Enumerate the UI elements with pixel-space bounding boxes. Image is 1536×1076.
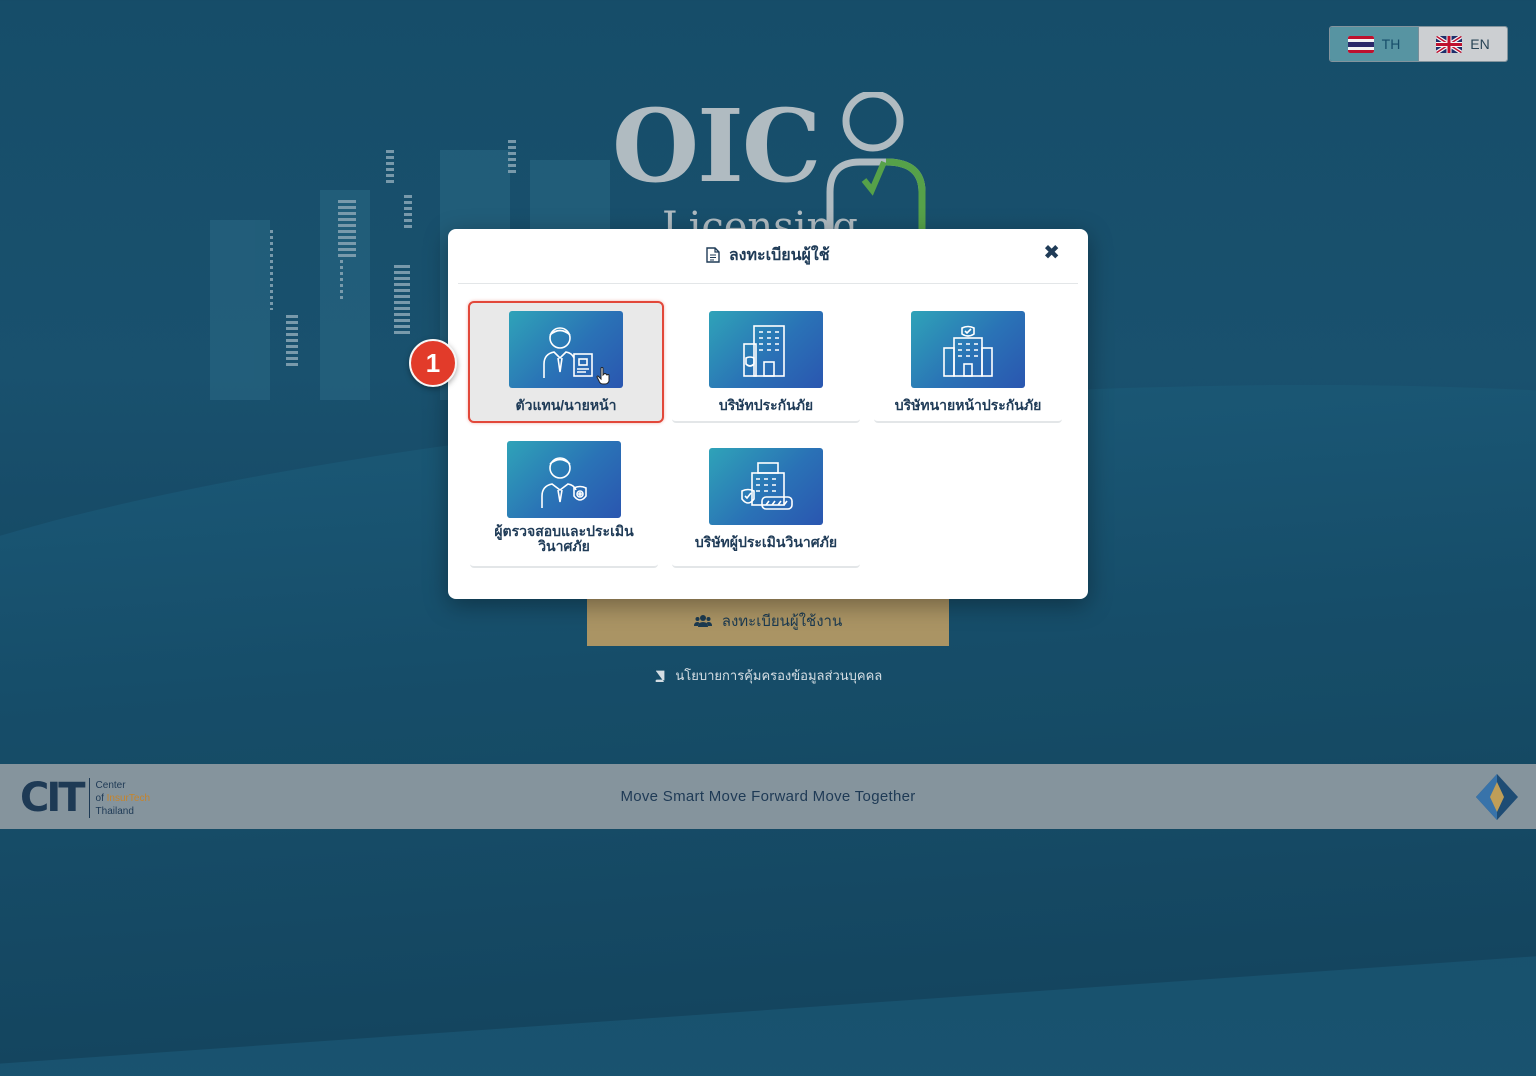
modal-title: ลงทะเบียนผู้ใช้	[458, 243, 1078, 268]
step-number-badge: 1	[409, 339, 457, 387]
option-label: บริษัทประกันภัย	[718, 397, 814, 413]
option-label: ตัวแทน/นายหน้า	[515, 397, 617, 413]
loss-assessment-company-icon	[709, 448, 823, 525]
document-icon	[706, 247, 721, 263]
modal-header: ลงทะเบียนผู้ใช้ ✖	[458, 229, 1078, 284]
option-broker-company[interactable]: บริษัทนายหน้าประกันภัย	[874, 311, 1062, 423]
hand-pointer-cursor-icon	[596, 367, 610, 385]
option-loss-assessment-company[interactable]: บริษัทผู้ประเมินวินาศภัย	[672, 448, 860, 568]
option-insurance-company[interactable]: บริษัทประกันภัย	[672, 311, 860, 423]
option-label: ผู้ตรวจสอบและประเมินวินาศภัย	[494, 523, 634, 554]
broker-company-building-icon	[911, 311, 1025, 388]
option-label: บริษัทผู้ประเมินวินาศภัย	[694, 534, 838, 550]
option-loss-adjuster[interactable]: ผู้ตรวจสอบและประเมินวินาศภัย	[470, 441, 658, 568]
option-label: บริษัทนายหน้าประกันภัย	[894, 397, 1042, 413]
loss-adjuster-icon	[507, 441, 621, 518]
close-icon[interactable]: ✖	[1043, 240, 1060, 265]
option-agent-broker[interactable]: ตัวแทน/นายหน้า	[468, 301, 664, 423]
insurance-company-building-icon	[709, 311, 823, 388]
register-user-modal: ลงทะเบียนผู้ใช้ ✖ ตัวแทน/นายหน้า บริษัทป…	[448, 229, 1088, 599]
modal-title-text: ลงทะเบียนผู้ใช้	[728, 247, 830, 264]
